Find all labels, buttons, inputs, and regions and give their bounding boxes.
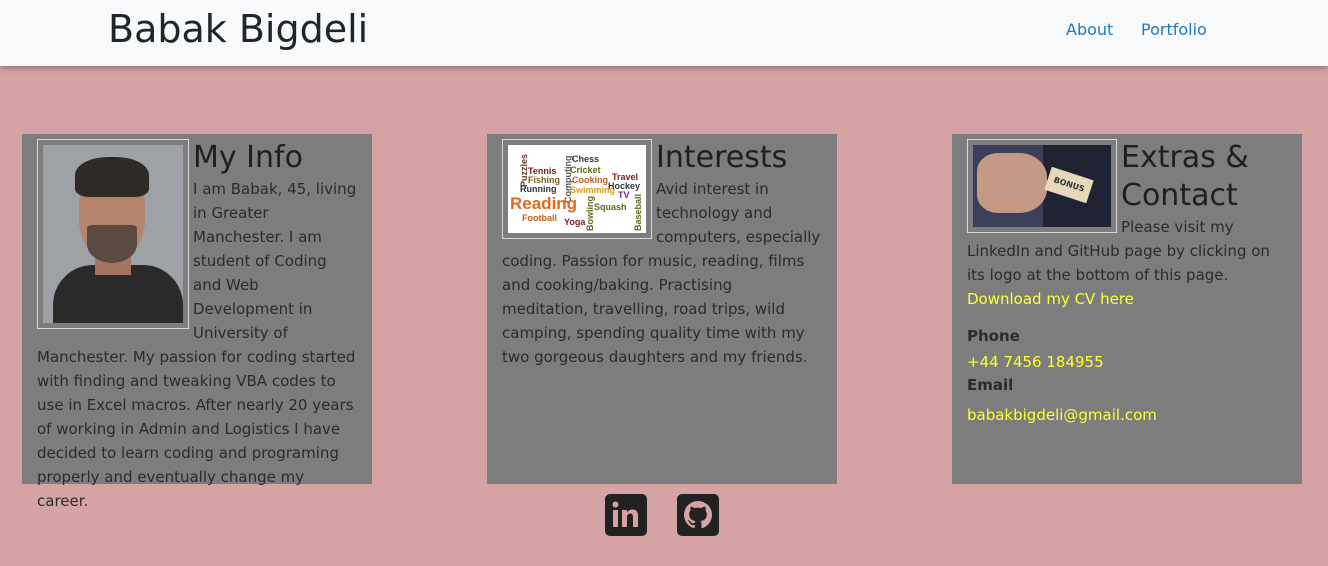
- nav-link-portfolio[interactable]: Portfolio: [1141, 20, 1207, 40]
- bonus-image: BONUS: [967, 139, 1117, 233]
- cloud-word: Baseball: [633, 193, 643, 231]
- linkedin-icon[interactable]: [605, 494, 647, 536]
- card-my-info: My Info I am Babak, 45, living in Greate…: [22, 134, 372, 510]
- cloud-word: TV: [618, 190, 630, 200]
- profile-photo: [37, 139, 189, 329]
- cloud-word: Cricket: [570, 165, 601, 175]
- cloud-word: Squash: [594, 202, 627, 212]
- cloud-word: Yoga: [564, 217, 586, 227]
- phone-label: Phone: [967, 327, 1020, 345]
- brand-title[interactable]: Babak Bigdeli: [108, 5, 368, 53]
- interests-word-cloud: Puzzles Tennis Fishing Running Computing…: [502, 139, 652, 239]
- card-interests: Puzzles Tennis Fishing Running Computing…: [487, 134, 837, 484]
- cloud-word: Running: [520, 184, 557, 194]
- card-extras-contact: BONUS Extras & Contact Please visit my L…: [952, 134, 1302, 484]
- cloud-word: Football: [522, 213, 557, 223]
- email-label: Email: [967, 376, 1014, 394]
- cloud-word: Reading: [510, 194, 578, 213]
- download-cv-link[interactable]: Download my CV here: [967, 290, 1134, 308]
- github-icon[interactable]: [677, 494, 719, 536]
- phone-number[interactable]: +44 7456 184955: [967, 354, 1287, 370]
- nav-link-about[interactable]: About: [1066, 20, 1113, 40]
- navbar: Babak Bigdeli About Portfolio: [0, 0, 1328, 66]
- cloud-word: Cooking: [572, 175, 608, 185]
- cloud-word: Chess: [572, 154, 600, 164]
- email-link[interactable]: babakbigdeli@gmail.com: [967, 406, 1157, 424]
